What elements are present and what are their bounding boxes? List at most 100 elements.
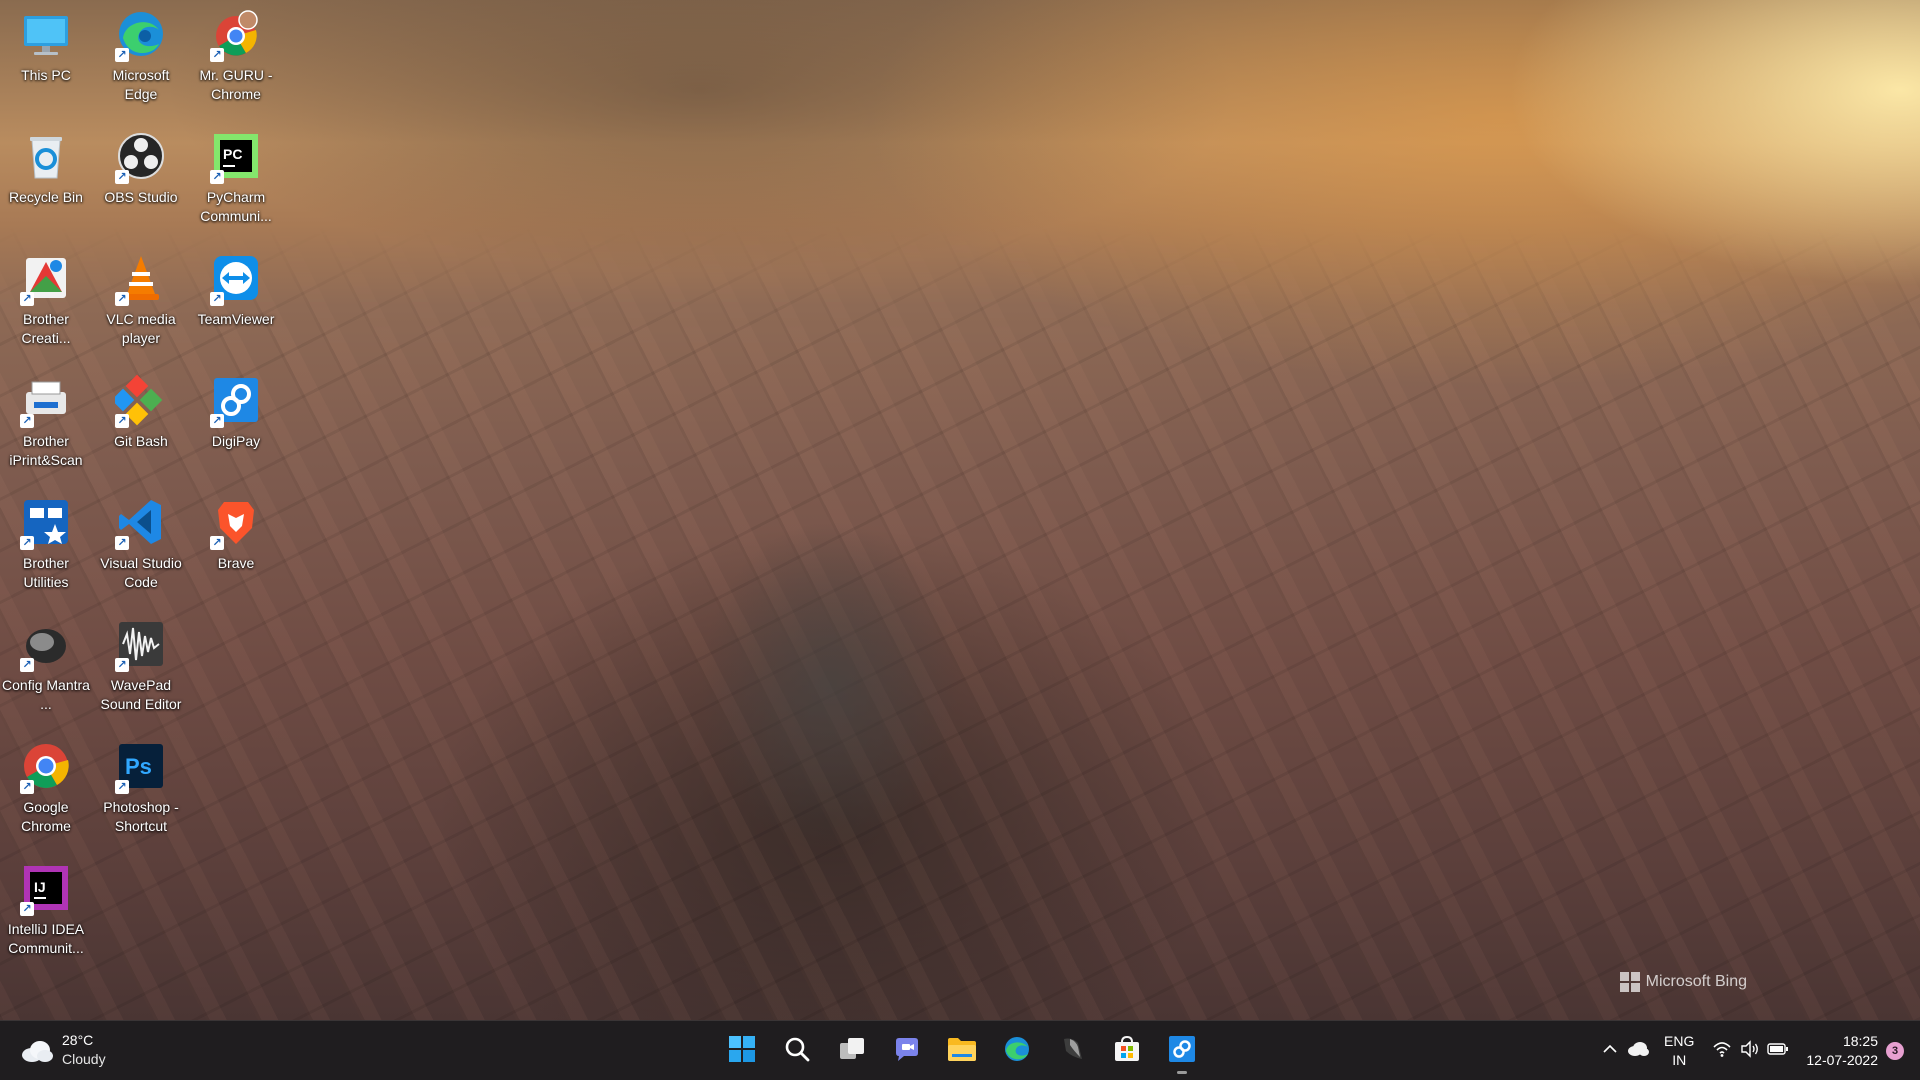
desktop-icon-label: Git Bash	[114, 433, 168, 449]
edge-taskbar-button[interactable]	[995, 1029, 1039, 1073]
svg-text:PC: PC	[223, 146, 242, 162]
desktop-icon-label: Brother Utilities	[23, 555, 69, 590]
desktop-icon-label: WavePad Sound Editor	[100, 677, 182, 712]
desktop-icon-obs[interactable]: ↗ OBS Studio	[95, 122, 187, 240]
desktop-icon-brother-creative[interactable]: ↗ Brother Creati...	[0, 244, 92, 362]
desktop-icon-intellij[interactable]: IJ ↗ IntelliJ IDEA Communit...	[0, 854, 92, 972]
onedrive-cloud-icon	[1627, 1041, 1650, 1062]
desktop-icon-edge[interactable]: ↗ Microsoft Edge	[95, 0, 187, 118]
wavepad-icon: ↗	[115, 618, 167, 672]
shortcut-arrow-icon: ↗	[210, 170, 224, 184]
desktop-icon-google-chrome[interactable]: ↗ Google Chrome	[0, 732, 92, 850]
desktop-icon-label: Brother Creati...	[21, 311, 71, 346]
pycharm-icon: PC ↗	[210, 130, 262, 184]
desktop-icon-config-mantra[interactable]: ↗ Config Mantra ...	[0, 610, 92, 728]
start-button[interactable]	[720, 1029, 764, 1073]
wifi-button[interactable]	[1708, 1037, 1736, 1065]
shortcut-arrow-icon: ↗	[210, 48, 224, 62]
taskbar-pinned-apps	[720, 1029, 1204, 1074]
file-explorer-button[interactable]	[940, 1029, 984, 1073]
shortcut-arrow-icon: ↗	[210, 414, 224, 428]
shortcut-arrow-icon: ↗	[20, 414, 34, 428]
shortcut-arrow-icon: ↗	[20, 780, 34, 794]
svg-text:IJ: IJ	[34, 879, 46, 895]
input-language-indicator[interactable]: ENG IN	[1664, 1032, 1694, 1070]
desktop-icon-vlc[interactable]: ↗ VLC media player	[95, 244, 187, 362]
search-icon	[783, 1035, 811, 1068]
shortcut-arrow-icon: ↗	[210, 536, 224, 550]
weather-widget[interactable]: 28°C Cloudy	[20, 1031, 106, 1069]
desktop-icon-label: Microsoft Edge	[112, 67, 170, 102]
desktop-icon-label: Brother iPrint&Scan	[9, 433, 83, 468]
desktop-icon-label: Google Chrome	[21, 799, 71, 834]
desktop-icon-brave[interactable]: ↗ Brave	[190, 488, 282, 606]
weather-temp: 28°C	[62, 1032, 94, 1048]
desktop-icon-this-pc[interactable]: This PC	[0, 0, 92, 118]
desktop-icon-label: VLC media player	[106, 311, 176, 346]
desktop-icon-brother-utilities[interactable]: ↗ Brother Utilities	[0, 488, 92, 606]
desktop-icon-wavepad[interactable]: ↗ WavePad Sound Editor	[95, 610, 187, 728]
windows-start-icon	[728, 1035, 756, 1068]
desktop-wallpaper: This PC Recycle Bin ↗ Brother Creati...	[0, 0, 1920, 1020]
desktop-icon-brother-iprint[interactable]: ↗ Brother iPrint&Scan	[0, 366, 92, 484]
clock-date: 12-07-2022	[1806, 1052, 1878, 1068]
shortcut-arrow-icon: ↗	[115, 292, 129, 306]
edge-icon: ↗	[115, 8, 167, 62]
shortcut-arrow-icon: ↗	[115, 414, 129, 428]
desktop-icon-label: Brave	[217, 555, 255, 571]
desktop-icon-label: Mr. GURU - Chrome	[199, 67, 273, 102]
volume-button[interactable]	[1736, 1037, 1764, 1065]
recycle-bin-icon	[20, 130, 72, 182]
chrome-icon: ↗	[20, 740, 72, 794]
weather-condition: Cloudy	[62, 1051, 106, 1067]
brother-iprint-icon: ↗	[20, 374, 72, 428]
intellij-icon: IJ ↗	[20, 862, 72, 916]
system-tray: ENG IN 18:25 12-07-2022 3	[1596, 1021, 1920, 1081]
desktop-icon-label: PyCharm Communi...	[200, 189, 272, 224]
shortcut-arrow-icon: ↗	[115, 536, 129, 550]
bing-watermark-text: Microsoft Bing	[1645, 973, 1747, 990]
shortcut-arrow-icon: ↗	[20, 536, 34, 550]
shortcut-arrow-icon: ↗	[20, 658, 34, 672]
desktop-icon-recycle-bin[interactable]: Recycle Bin	[0, 122, 92, 240]
notification-badge[interactable]: 3	[1886, 1042, 1904, 1060]
chevron-up-icon	[1601, 1040, 1619, 1063]
shortcut-arrow-icon: ↗	[115, 48, 129, 62]
battery-icon	[1767, 1042, 1789, 1061]
obs-icon	[1058, 1035, 1086, 1068]
store-taskbar-button[interactable]	[1105, 1029, 1149, 1073]
obs-taskbar-button[interactable]	[1050, 1029, 1094, 1073]
digipay-taskbar-button[interactable]	[1160, 1029, 1204, 1074]
git-bash-icon: ↗	[115, 374, 167, 428]
desktop-icon-label: DigiPay	[211, 433, 261, 449]
digipay-icon: ↗	[210, 374, 262, 428]
shortcut-arrow-icon: ↗	[115, 658, 129, 672]
store-icon	[1113, 1035, 1141, 1068]
desktop-icon-label: Config Mantra ...	[2, 677, 90, 712]
chrome-profile-icon: ↗	[210, 8, 262, 62]
desktop-icon-vscode[interactable]: ↗ Visual Studio Code	[95, 488, 187, 606]
folder-icon	[947, 1035, 977, 1068]
search-button[interactable]	[775, 1029, 819, 1073]
onedrive-button[interactable]	[1624, 1037, 1652, 1065]
microsoft-bing-watermark: Microsoft Bing	[1619, 972, 1747, 992]
desktop-icon-label: Recycle Bin	[9, 189, 83, 205]
wifi-icon	[1712, 1040, 1732, 1063]
desktop-icon-chrome-profile[interactable]: ↗ Mr. GURU - Chrome	[190, 0, 282, 118]
task-view-button[interactable]	[830, 1029, 874, 1073]
taskbar: 28°C Cloudy ENG IN 18:25 12-07-2022 3	[0, 1020, 1920, 1080]
battery-button[interactable]	[1764, 1037, 1792, 1065]
desktop-icon-pycharm[interactable]: PC ↗ PyCharm Communi...	[190, 122, 282, 240]
desktop-icon-git-bash[interactable]: ↗ Git Bash	[95, 366, 187, 484]
teams-chat-icon	[893, 1035, 921, 1068]
cloud-icon	[20, 1039, 54, 1062]
desktop-icon-teamviewer[interactable]: ↗ TeamViewer	[190, 244, 282, 362]
teams-chat-button[interactable]	[885, 1029, 929, 1073]
desktop-icon-photoshop[interactable]: Ps ↗ Photoshop - Shortcut	[95, 732, 187, 850]
task-view-icon	[838, 1035, 866, 1068]
obs-icon: ↗	[115, 130, 167, 184]
show-hidden-icons-button[interactable]	[1596, 1037, 1624, 1065]
desktop-icon-digipay[interactable]: ↗ DigiPay	[190, 366, 282, 484]
clock[interactable]: 18:25 12-07-2022	[1806, 1032, 1878, 1070]
vscode-icon: ↗	[115, 496, 167, 550]
